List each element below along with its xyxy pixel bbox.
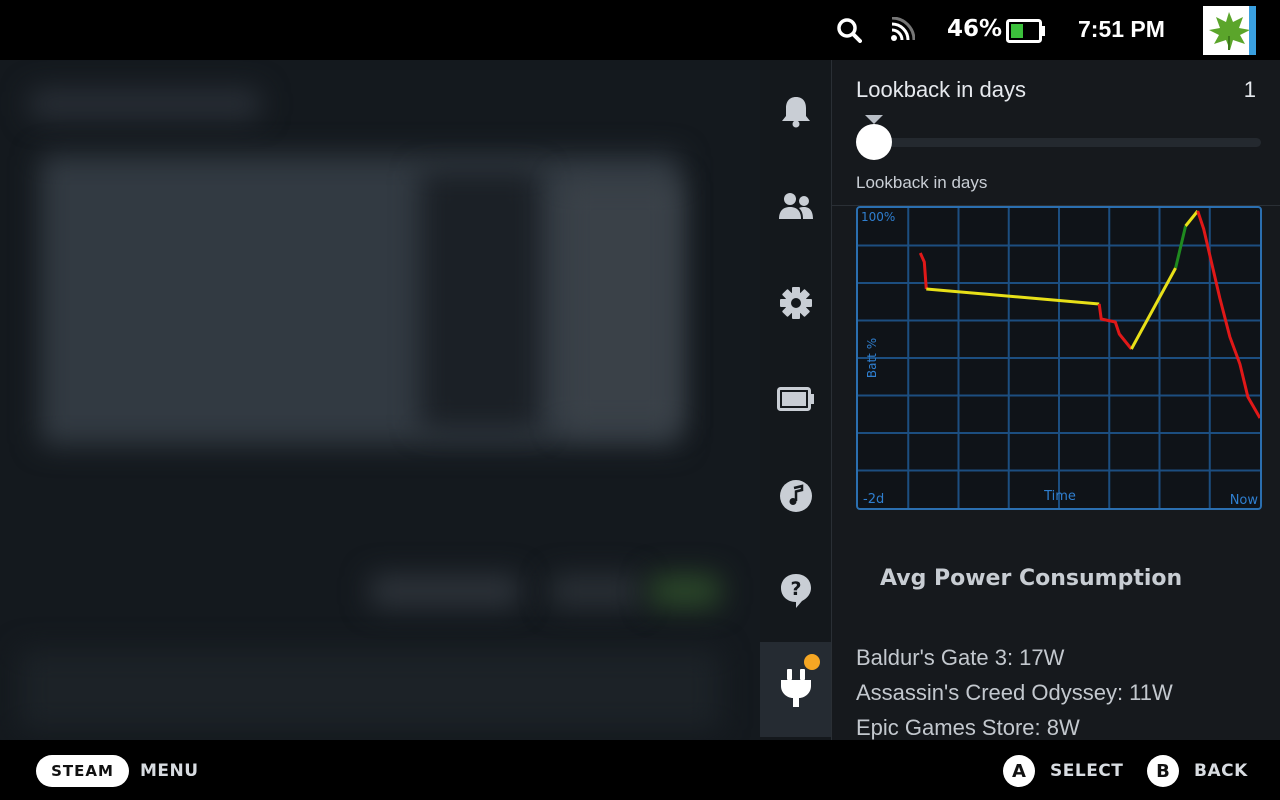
- x-tick-left: -2d: [863, 492, 884, 507]
- music-icon: [779, 479, 812, 516]
- app-power-line: Baldur's Gate 3: 17W: [856, 645, 1065, 670]
- bg-play-blur: [650, 575, 720, 607]
- bg-hero-right-blur: [560, 180, 680, 430]
- bg-button-blur-2: [550, 575, 640, 607]
- menu-label: MENU: [140, 761, 199, 781]
- b-button-glyph[interactable]: B: [1147, 755, 1179, 787]
- friends-icon: [778, 191, 813, 225]
- battery-series-segment-5: [1184, 210, 1199, 227]
- svg-text:?: ?: [790, 578, 801, 600]
- lookback-sublabel: Lookback in days: [856, 173, 988, 192]
- blurred-background: [0, 60, 760, 740]
- battery-icon: [1006, 19, 1046, 47]
- select-hint: SELECT: [1050, 761, 1124, 781]
- rail-item-performance[interactable]: [760, 353, 831, 448]
- battery-series-segment-6: [1196, 210, 1262, 419]
- a-button-glyph[interactable]: A: [1003, 755, 1035, 787]
- lookback-value: 1: [1243, 77, 1256, 102]
- rail-item-music[interactable]: [760, 450, 831, 545]
- y-axis-label: Batt %: [865, 338, 879, 378]
- battery-percent: 46%: [947, 16, 1003, 42]
- clock: 7:51 PM: [1078, 16, 1165, 42]
- steam-button[interactable]: STEAM: [36, 755, 129, 787]
- y-tick-100: 100%: [861, 210, 895, 224]
- lookback-slider-track[interactable]: [874, 138, 1261, 147]
- notification-badge: [804, 654, 820, 670]
- rail-item-plugins[interactable]: [760, 642, 831, 737]
- back-hint: BACK: [1194, 761, 1248, 781]
- bell-icon: [780, 94, 812, 132]
- avatar[interactable]: [1203, 6, 1256, 55]
- footer-bar: STEAM MENU A SELECT B BACK: [0, 740, 1280, 800]
- rail-item-help[interactable]: ?: [760, 545, 831, 640]
- battery-series-segment-2: [1097, 303, 1133, 350]
- bg-hero-dark-blur: [420, 170, 540, 430]
- slider-notch: [865, 115, 883, 124]
- help-icon: ?: [780, 573, 812, 613]
- battery-series-segment-3: [1130, 267, 1177, 350]
- status-bar: 46% 7:51 PM: [0, 0, 1280, 60]
- lookback-title: Lookback in days: [856, 77, 1026, 102]
- bg-button-blur: [370, 575, 520, 607]
- x-tick-right: Now: [1230, 493, 1259, 508]
- quick-access-rail: ?: [760, 60, 831, 740]
- battery-series-segment-1: [926, 287, 1100, 306]
- search-icon[interactable]: [836, 17, 862, 47]
- bg-row-blur: [20, 650, 720, 730]
- battery-icon: [776, 386, 815, 415]
- avg-power-title: Avg Power Consumption: [880, 566, 1183, 591]
- rail-item-settings[interactable]: [760, 257, 831, 352]
- rail-item-notifications[interactable]: [760, 65, 831, 160]
- battery-chart: 100% -2d Time Now Batt %: [856, 206, 1262, 510]
- lookback-slider-thumb[interactable]: [856, 124, 892, 160]
- app-power-line: Assassin's Creed Odyssey: 11W: [856, 680, 1173, 705]
- battery-series-segment-4: [1174, 225, 1188, 269]
- app-power-line: Epic Games Store: 8W: [856, 715, 1080, 740]
- plug-icon: [780, 667, 812, 713]
- bg-title-blur: [30, 90, 260, 118]
- battery-chart-svg: 100% -2d Time Now Batt %: [858, 208, 1262, 508]
- x-axis-label: Time: [1043, 489, 1076, 504]
- plugin-panel: Lookback in days 1 Lookback in days 100%…: [831, 60, 1280, 740]
- gear-icon: [779, 286, 813, 324]
- wifi-icon: [889, 16, 916, 47]
- rail-item-friends[interactable]: [760, 160, 831, 255]
